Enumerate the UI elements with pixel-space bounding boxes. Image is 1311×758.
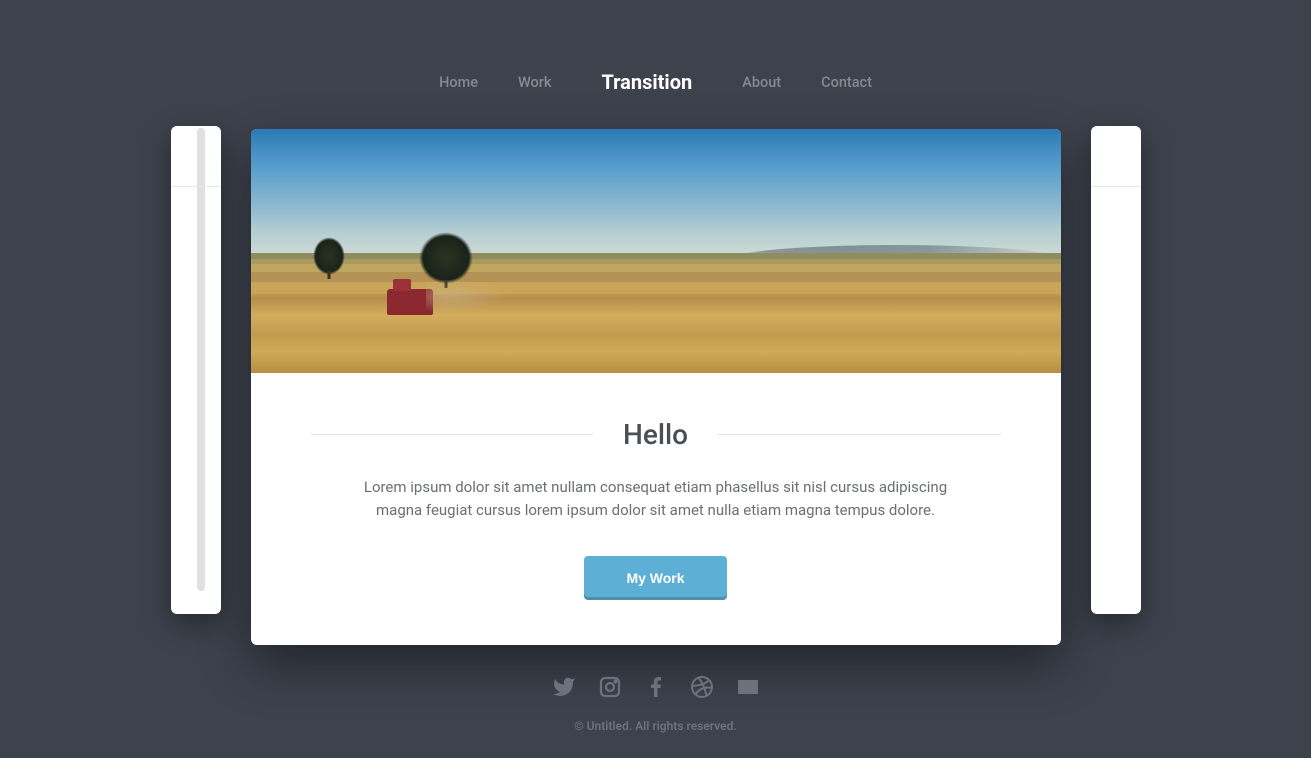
page-wrapper: Home Work Transition About Contact	[161, 0, 1151, 733]
next-panel[interactable]	[1091, 126, 1141, 614]
prev-panel[interactable]	[171, 126, 221, 614]
footer: © Untitled. All rights reserved.	[161, 645, 1151, 733]
twitter-icon[interactable]	[552, 675, 576, 699]
hero-image	[251, 129, 1061, 373]
nav-home[interactable]: Home	[439, 74, 478, 91]
main-card: Hello Lorem ipsum dolor sit amet nullam …	[251, 129, 1061, 645]
scrollbar[interactable]	[197, 128, 205, 591]
divider-left	[311, 434, 593, 435]
nav-contact[interactable]: Contact	[821, 74, 872, 91]
my-work-button[interactable]: My Work	[584, 556, 726, 600]
dribbble-icon[interactable]	[690, 675, 714, 699]
copyright-text: © Untitled. All rights reserved.	[161, 719, 1151, 733]
divider-right	[718, 434, 1000, 435]
nav-work[interactable]: Work	[518, 74, 551, 91]
brand-logo[interactable]: Transition	[591, 70, 702, 94]
facebook-icon[interactable]	[644, 675, 668, 699]
top-nav: Home Work Transition About Contact	[161, 40, 1151, 129]
envelope-icon[interactable]	[736, 675, 760, 699]
page-heading: Hello	[623, 418, 688, 451]
hero-description: Lorem ipsum dolor sit amet nullam conseq…	[346, 476, 966, 523]
nav-about[interactable]: About	[742, 74, 781, 91]
card-body: Hello Lorem ipsum dolor sit amet nullam …	[251, 373, 1061, 645]
instagram-icon[interactable]	[598, 675, 622, 699]
social-row	[161, 675, 1151, 699]
